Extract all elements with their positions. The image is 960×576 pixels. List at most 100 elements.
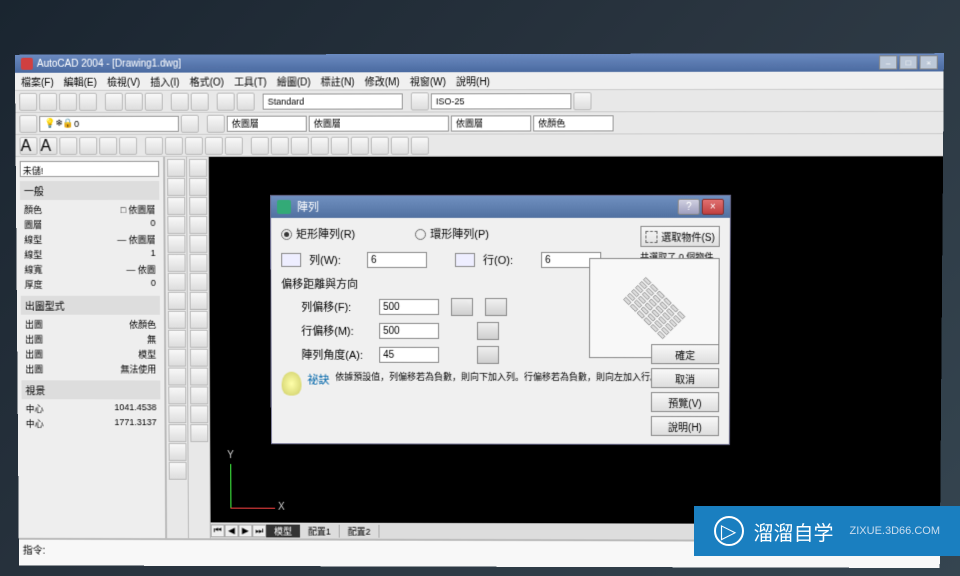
open-icon[interactable]: [39, 92, 57, 110]
minimize-button[interactable]: –: [879, 55, 897, 69]
list-icon[interactable]: [205, 136, 223, 154]
tab-first[interactable]: ⏮: [211, 524, 225, 537]
plotstyle-combo[interactable]: 依顏色: [533, 115, 613, 131]
tab-layout2[interactable]: 配置2: [340, 524, 380, 537]
menu-help[interactable]: 說明(H): [456, 73, 490, 88]
trim-icon[interactable]: [190, 330, 208, 348]
xline-icon[interactable]: [167, 178, 185, 196]
menu-edit[interactable]: 編輯(E): [64, 74, 97, 89]
dim-icon[interactable]: [411, 92, 429, 110]
textedit-icon[interactable]: [59, 136, 77, 154]
offset-icon[interactable]: [189, 216, 207, 234]
layer-combo[interactable]: 💡❄🔒 0: [39, 115, 179, 131]
render3-icon[interactable]: [291, 136, 309, 154]
area-icon[interactable]: [165, 136, 183, 154]
paste-icon[interactable]: [145, 92, 163, 110]
tab-model[interactable]: 模型: [266, 524, 300, 537]
redo-icon[interactable]: [191, 92, 209, 110]
help-button[interactable]: 說明(H): [651, 416, 719, 436]
menu-window[interactable]: 視窗(W): [410, 73, 446, 88]
ellipse-icon[interactable]: [168, 330, 186, 348]
menu-modify[interactable]: 修改(M): [365, 73, 400, 88]
ellarc-icon[interactable]: [168, 349, 186, 367]
undo-icon[interactable]: [171, 92, 189, 110]
save-icon[interactable]: [59, 92, 77, 110]
pick-both-button[interactable]: [451, 298, 473, 316]
radio-rectangular[interactable]: 矩形陣列(R): [281, 226, 355, 242]
region2-icon[interactable]: [169, 443, 187, 461]
hatch-icon[interactable]: [168, 424, 186, 442]
layer-prev-icon[interactable]: [181, 114, 199, 132]
block-icon[interactable]: [168, 386, 186, 404]
render4-icon[interactable]: [311, 136, 329, 154]
extend-icon[interactable]: [190, 349, 208, 367]
menu-draw[interactable]: 繪圖(D): [277, 73, 311, 88]
color-combo[interactable]: 依圖層: [227, 115, 307, 131]
dimstyle-combo[interactable]: ISO-25: [431, 93, 572, 109]
render6-icon[interactable]: [351, 136, 369, 154]
dialog-titlebar[interactable]: 陣列 ? ×: [271, 196, 730, 218]
preview-button[interactable]: 預覽(V): [651, 392, 719, 412]
region-icon[interactable]: [185, 136, 203, 154]
dialog-close-button[interactable]: ×: [702, 199, 724, 215]
tab-prev[interactable]: ◀: [225, 524, 239, 537]
arc-icon[interactable]: [168, 254, 186, 272]
erase-icon[interactable]: [189, 159, 207, 177]
copy-icon[interactable]: [125, 92, 143, 110]
pan-icon[interactable]: [217, 92, 235, 110]
select-objects-button[interactable]: 選取物件(S): [640, 226, 720, 247]
render1-icon[interactable]: [251, 136, 269, 154]
mtext-icon[interactable]: [169, 462, 187, 480]
ok-button[interactable]: 確定: [651, 344, 719, 364]
render7-icon[interactable]: [371, 136, 389, 154]
lineweight-combo[interactable]: 依圖層: [451, 115, 531, 131]
selection-combo[interactable]: 未儲!: [20, 161, 159, 177]
row-offset-input[interactable]: [379, 299, 439, 315]
tab-layout1[interactable]: 配置1: [300, 524, 340, 537]
chamfer-icon[interactable]: [190, 386, 208, 404]
insert-icon[interactable]: [168, 368, 186, 386]
menu-tools[interactable]: 工具(T): [234, 73, 267, 88]
pline-icon[interactable]: [167, 197, 185, 215]
rect-icon[interactable]: [167, 235, 185, 253]
revcloud-icon[interactable]: [168, 292, 186, 310]
fillet-icon[interactable]: [190, 405, 208, 423]
color-icon[interactable]: [207, 114, 225, 132]
cut-icon[interactable]: [105, 92, 123, 110]
explode-icon[interactable]: [190, 424, 208, 442]
move-icon[interactable]: [189, 254, 207, 272]
new-icon[interactable]: [19, 92, 37, 110]
pick-angle-button[interactable]: [477, 346, 499, 364]
polygon-icon[interactable]: [167, 216, 185, 234]
point-icon[interactable]: [168, 405, 186, 423]
radio-polar[interactable]: 環形陣列(P): [415, 226, 489, 242]
render9-icon[interactable]: [411, 136, 429, 154]
linetype-combo[interactable]: 依圖層: [309, 115, 449, 131]
maximize-button[interactable]: □: [899, 55, 917, 69]
dim-update-icon[interactable]: [573, 92, 591, 110]
menu-format[interactable]: 格式(O): [189, 74, 223, 89]
render5-icon[interactable]: [331, 136, 349, 154]
rows-input[interactable]: [367, 252, 427, 268]
dialog-help-icon[interactable]: ?: [678, 199, 700, 215]
style-combo[interactable]: Standard: [263, 93, 403, 109]
scale2-icon[interactable]: [190, 292, 208, 310]
mirror-icon[interactable]: [189, 197, 207, 215]
angle-input[interactable]: [379, 347, 439, 363]
circle-icon[interactable]: [168, 273, 186, 291]
col-offset-input[interactable]: [379, 323, 439, 339]
text-icon[interactable]: A: [20, 136, 38, 154]
line-icon[interactable]: [167, 159, 185, 177]
menu-dimension[interactable]: 標註(N): [321, 73, 355, 88]
render8-icon[interactable]: [391, 136, 409, 154]
id-icon[interactable]: [225, 136, 243, 154]
spline-icon[interactable]: [168, 311, 186, 329]
dist-icon[interactable]: [145, 136, 163, 154]
zoom-icon[interactable]: [237, 92, 255, 110]
rotate-icon[interactable]: [190, 273, 208, 291]
stretch-icon[interactable]: [190, 311, 208, 329]
tab-last[interactable]: ⏭: [252, 524, 266, 537]
pick-col-button[interactable]: [477, 322, 499, 340]
cancel-button[interactable]: 取消: [651, 368, 719, 388]
pick-row-button[interactable]: [485, 298, 507, 316]
